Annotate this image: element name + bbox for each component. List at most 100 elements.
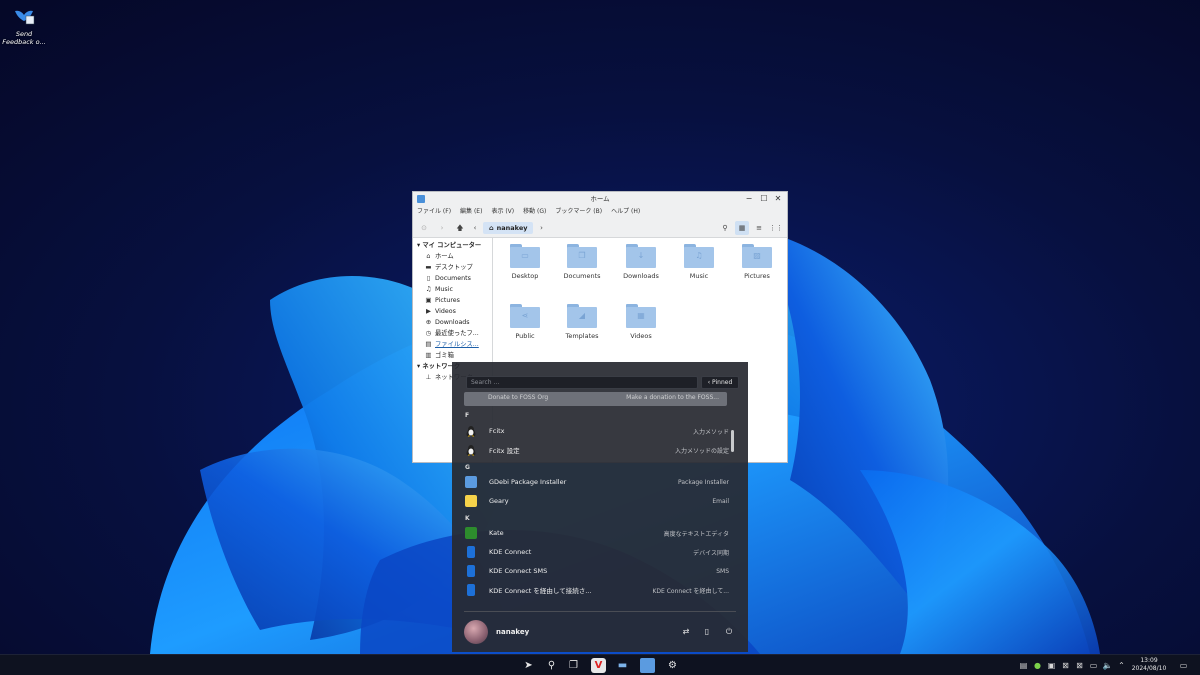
- up-icon[interactable]: 🡅: [453, 221, 467, 235]
- window-titlebar[interactable]: ホーム − ☐ ✕: [413, 192, 787, 206]
- menu-bar: ファイル (F) 編集 (E) 表示 (V) 移動 (G) ブックマーク (B)…: [413, 206, 787, 218]
- file-manager-taskbar-icon[interactable]: ▬: [615, 658, 630, 673]
- update-status-icon[interactable]: ●: [1032, 660, 1043, 671]
- app-list[interactable]: Donate to FOSS Org Make a donation to th…: [452, 392, 748, 610]
- kdeconnect-icon: [467, 584, 475, 596]
- download-icon: ⊕: [425, 318, 432, 326]
- search-icon[interactable]: ⚲: [544, 658, 559, 673]
- list-item-highlighted[interactable]: Donate to FOSS Org Make a donation to th…: [464, 392, 727, 406]
- section-letter-k: K: [465, 515, 470, 522]
- start-menu-icon[interactable]: ➤: [521, 658, 536, 673]
- menu-view[interactable]: 表示 (V): [491, 206, 514, 218]
- menu-file[interactable]: ファイル (F): [417, 206, 451, 218]
- menu-go[interactable]: 移動 (G): [523, 206, 546, 218]
- volume-icon[interactable]: 🔈: [1102, 660, 1113, 671]
- folder-downloads[interactable]: ↓ Downloads: [614, 238, 668, 280]
- list-item-fcitx[interactable]: Fcitx 入力メソッド: [465, 422, 729, 440]
- sidebar-item-music[interactable]: ♫ Music: [413, 284, 492, 295]
- list-item-geary[interactable]: Geary Email: [465, 492, 729, 510]
- icon-view-icon[interactable]: ▦: [735, 221, 749, 235]
- network-disconnected-icon[interactable]: ⊠: [1060, 660, 1071, 671]
- list-item-gdebi[interactable]: GDebi Package Installer Package Installe…: [465, 473, 729, 491]
- sidebar-item-desktop[interactable]: ▬ デスクトップ: [413, 262, 492, 273]
- section-letter-g: G: [465, 464, 470, 471]
- network-disconnected-icon[interactable]: ⊠: [1074, 660, 1085, 671]
- sidebar-header-computer[interactable]: ▾ マイ コンピューター: [413, 240, 492, 251]
- sidebar-item-recent[interactable]: ◷ 最近使ったフ...: [413, 328, 492, 339]
- folder-desktop[interactable]: ▭ Desktop: [498, 238, 552, 280]
- geary-icon: [465, 495, 477, 507]
- search-icon[interactable]: ⚲: [718, 221, 732, 235]
- scrollbar[interactable]: [731, 430, 734, 452]
- clipboard-icon[interactable]: ▣: [1046, 660, 1057, 671]
- pictures-emblem-icon: ▨: [753, 251, 761, 260]
- divider: [464, 611, 736, 612]
- menu-bookmarks[interactable]: ブックマーク (B): [555, 206, 602, 218]
- sidebar-item-home[interactable]: ⌂ ホーム: [413, 251, 492, 262]
- folder-pictures[interactable]: ▨ Pictures: [730, 238, 784, 280]
- sidebar-item-filesystem[interactable]: ▤ ファイルシス...: [413, 339, 492, 350]
- sidebar-item-documents[interactable]: ▯ Documents: [413, 273, 492, 284]
- pinned-button[interactable]: ‹ Pinned: [701, 376, 739, 389]
- templates-emblem-icon: ◢: [578, 311, 586, 320]
- application-launcher[interactable]: Search ... ‹ Pinned Donate to FOSS Org M…: [452, 362, 748, 652]
- settings-gear-icon[interactable]: ⚙: [665, 658, 680, 673]
- fcitx-penguin-icon: [465, 444, 477, 456]
- breadcrumb-left-icon[interactable]: ‹: [471, 221, 479, 235]
- clock[interactable]: 13:09 2024/08/10: [1127, 657, 1171, 673]
- folder-public[interactable]: ⋖ Public: [498, 298, 552, 340]
- close-icon[interactable]: ✕: [771, 192, 785, 206]
- list-view-icon[interactable]: ≡: [752, 221, 766, 235]
- settings-sliders-icon[interactable]: ⇄: [681, 627, 691, 637]
- list-item-kate[interactable]: Kate 高度なテキストエディタ: [465, 524, 729, 542]
- video-emblem-icon: ▦: [637, 311, 645, 320]
- detail-view-icon[interactable]: ⋮⋮: [769, 221, 783, 235]
- folder-documents[interactable]: ❐ Documents: [555, 238, 609, 280]
- gdebi-icon: [465, 476, 477, 488]
- chevron-up-icon[interactable]: ⌃: [1116, 660, 1127, 671]
- clock-time: 13:09: [1140, 657, 1158, 664]
- folder-music[interactable]: ♫ Music: [672, 238, 726, 280]
- sidebar-item-trash[interactable]: ▥ ゴミ箱: [413, 350, 492, 361]
- package-installer-taskbar-icon[interactable]: [640, 658, 655, 673]
- share-emblem-icon: ⋖: [521, 311, 529, 320]
- documents-emblem-icon: ❐: [578, 251, 586, 260]
- feedback-bird-icon: [13, 6, 35, 28]
- folder-videos[interactable]: ▦ Videos: [614, 298, 668, 340]
- maximize-icon[interactable]: ☐: [757, 192, 771, 206]
- desktop-icon-send-feedback[interactable]: Send Feedback o...: [2, 6, 46, 46]
- lock-icon[interactable]: ▯: [702, 627, 712, 637]
- minimize-icon[interactable]: −: [742, 192, 756, 206]
- folder-label: Videos: [630, 332, 652, 340]
- sidebar-item-pictures[interactable]: ▣ Pictures: [413, 295, 492, 306]
- list-item-kdeconnect-sms[interactable]: KDE Connect SMS SMS: [465, 562, 729, 580]
- breadcrumb-right-icon[interactable]: ›: [537, 221, 545, 235]
- folder-label: Public: [515, 332, 535, 340]
- sidebar-item-downloads[interactable]: ⊕ Downloads: [413, 317, 492, 328]
- folder-templates[interactable]: ◢ Templates: [555, 298, 609, 340]
- section-letter-f: F: [465, 412, 470, 419]
- avatar[interactable]: [464, 620, 488, 644]
- vivaldi-browser-icon[interactable]: V: [591, 658, 606, 673]
- menu-edit[interactable]: 編集 (E): [460, 206, 482, 218]
- forward-icon[interactable]: ›: [435, 221, 449, 235]
- music-icon: ♫: [425, 285, 432, 293]
- breadcrumb[interactable]: ⌂ nanakey: [483, 221, 534, 234]
- sidebar-item-videos[interactable]: ▶ Videos: [413, 306, 492, 317]
- trash-icon: ▥: [425, 351, 432, 359]
- list-item-kdeconnect-send[interactable]: KDE Connect を経由して接続さ... KDE Connect を経由し…: [465, 581, 729, 599]
- home-icon: ⌂: [426, 252, 431, 260]
- breadcrumb-label: nanakey: [496, 223, 528, 232]
- power-icon[interactable]: ⏻: [724, 627, 734, 637]
- show-desktop-icon[interactable]: ▭: [1178, 660, 1189, 671]
- menu-help[interactable]: ヘルプ (H): [611, 206, 640, 218]
- list-item-fcitx-settings[interactable]: Fcitx 設定 入力メソッドの設定: [465, 441, 729, 459]
- keyboard-layout-icon[interactable]: ▤: [1018, 660, 1029, 671]
- home-icon: ⌂: [489, 223, 494, 232]
- list-item-kdeconnect[interactable]: KDE Connect デバイス同期: [465, 543, 729, 561]
- desktop-folder-icon: ▬: [425, 263, 432, 271]
- back-icon[interactable]: ⊙: [417, 221, 431, 235]
- task-view-icon[interactable]: ❐: [566, 658, 581, 673]
- display-icon[interactable]: ▭: [1088, 660, 1099, 671]
- search-input[interactable]: Search ...: [466, 376, 698, 389]
